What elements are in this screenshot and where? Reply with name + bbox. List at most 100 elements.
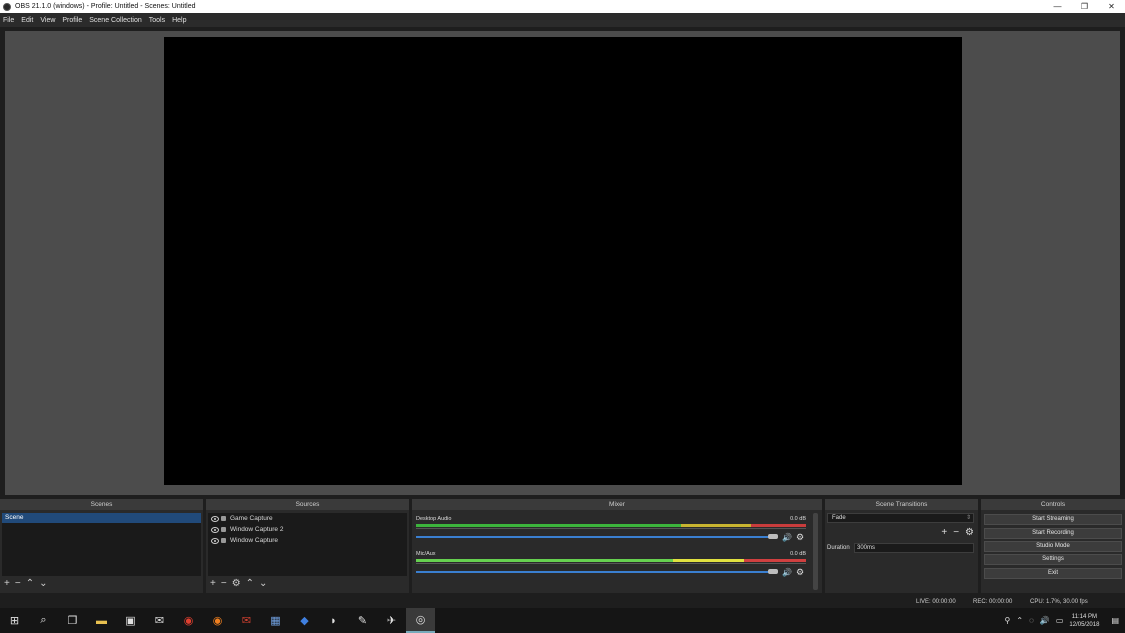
menu-file[interactable]: File: [3, 17, 14, 24]
source-item[interactable]: Window Capture 2: [208, 524, 407, 535]
transitions-header: Scene Transitions: [825, 499, 978, 510]
volume-icon[interactable]: 🔊: [1040, 616, 1050, 625]
studio-mode-button[interactable]: Studio Mode: [984, 541, 1122, 552]
source-label: Game Capture: [230, 515, 273, 522]
notification-icon[interactable]: ▤: [1111, 616, 1119, 625]
windows-start-icon[interactable]: ⊞: [0, 608, 29, 633]
firefox-icon[interactable]: ◉: [203, 608, 232, 633]
move-down-icon[interactable]: ⌄: [39, 579, 47, 589]
source-label: Window Capture: [230, 537, 279, 544]
menu-scene-collection[interactable]: Scene Collection: [89, 17, 142, 24]
window-title: OBS 21.1.0 (windows) - Profile: Untitled…: [15, 3, 196, 10]
menu-help[interactable]: Help: [172, 17, 186, 24]
mixer-track-desktop-audio: Desktop Audio 0.0 dB 🔊 ⚙: [416, 516, 812, 548]
mixer-header: Mixer: [412, 499, 822, 510]
eye-icon[interactable]: [211, 526, 219, 533]
source-label: Window Capture 2: [230, 526, 284, 533]
window-controls: — ❐ ✕: [1044, 0, 1125, 13]
app-icon[interactable]: ◆: [290, 608, 319, 633]
task-view-icon[interactable]: ❐: [58, 608, 87, 633]
volume-slider-handle[interactable]: [768, 569, 778, 574]
obs-window: OBS 21.1.0 (windows) - Profile: Untitled…: [0, 0, 1125, 633]
scenes-header: Scenes: [0, 499, 203, 510]
remove-transition-icon[interactable]: −: [953, 528, 959, 538]
move-down-icon[interactable]: ⌄: [259, 579, 267, 589]
transitions-dock: Scene Transitions Fade ⇕ + − ⚙ Duration …: [825, 499, 978, 593]
remove-scene-icon[interactable]: −: [15, 579, 21, 589]
settings-button[interactable]: Settings: [984, 554, 1122, 565]
search-icon[interactable]: ⌕: [29, 608, 58, 633]
scene-item[interactable]: Scene: [2, 513, 201, 523]
add-transition-icon[interactable]: +: [941, 528, 947, 538]
menu-profile[interactable]: Profile: [62, 17, 82, 24]
paint-icon[interactable]: ▦: [261, 608, 290, 633]
monitor-icon[interactable]: ▭: [1056, 616, 1064, 625]
clock-time: 11:14 PM: [1071, 613, 1098, 620]
exit-button[interactable]: Exit: [984, 568, 1122, 579]
track-db: 0.0 dB: [790, 516, 806, 522]
controls-dock: Controls Start Streaming Start Recording…: [981, 499, 1125, 593]
remove-source-icon[interactable]: −: [221, 579, 227, 589]
chevron-up-icon[interactable]: ⌃: [1016, 616, 1023, 625]
volume-meter: [416, 524, 806, 527]
eye-icon[interactable]: [211, 515, 219, 522]
rec-status: REC: 00:00:00: [973, 599, 1013, 605]
menu-edit[interactable]: Edit: [21, 17, 33, 24]
scenes-toolbar: + − ⌃ ⌄: [4, 579, 47, 589]
lock-icon[interactable]: [221, 538, 226, 543]
gear-icon[interactable]: ⚙: [796, 532, 804, 543]
clock[interactable]: 11:14 PM 12/05/2018: [1069, 613, 1099, 629]
mixer-scrollbar[interactable]: [813, 513, 818, 590]
controls-header: Controls: [981, 499, 1125, 510]
duration-input[interactable]: 300ms: [854, 543, 974, 553]
meter-scale: [416, 528, 806, 534]
speaker-icon[interactable]: 🔊: [782, 568, 792, 577]
add-source-icon[interactable]: +: [210, 579, 216, 589]
app-icon[interactable]: ✈: [377, 608, 406, 633]
network-icon[interactable]: ◌: [1029, 616, 1034, 625]
duration-label: Duration: [827, 545, 850, 551]
obs-app-icon: [3, 2, 11, 11]
lock-icon[interactable]: [221, 516, 226, 521]
eye-icon[interactable]: [211, 537, 219, 544]
app-icon[interactable]: ✎: [348, 608, 377, 633]
chevron-updown-icon: ⇕: [965, 515, 971, 521]
speaker-icon[interactable]: 🔊: [782, 533, 792, 542]
chrome-icon[interactable]: ◉: [174, 608, 203, 633]
menu-view[interactable]: View: [40, 17, 55, 24]
file-explorer-icon[interactable]: ▬: [87, 608, 116, 633]
sources-list: Game Capture Window Capture 2 Window Cap…: [208, 513, 407, 576]
source-item[interactable]: Game Capture: [208, 513, 407, 524]
sources-dock: Sources Game Capture Window Capture 2 Wi…: [206, 499, 409, 593]
move-up-icon[interactable]: ⌃: [26, 579, 34, 589]
close-button[interactable]: ✕: [1098, 0, 1125, 13]
start-recording-button[interactable]: Start Recording: [984, 528, 1122, 539]
track-name: Desktop Audio: [416, 516, 452, 522]
clock-date: 12/05/2018: [1069, 621, 1100, 628]
mixer-track-mic-aux: Mic/Aux 0.0 dB 🔊 ⚙: [416, 551, 812, 583]
source-item[interactable]: Window Capture: [208, 535, 407, 546]
lock-icon[interactable]: [221, 527, 226, 532]
maximize-button[interactable]: ❐: [1071, 0, 1098, 13]
transition-select[interactable]: Fade ⇕: [827, 513, 974, 523]
preview-canvas[interactable]: [164, 37, 962, 485]
minimize-button[interactable]: —: [1044, 0, 1071, 13]
volume-slider-handle[interactable]: [768, 534, 778, 539]
gmail-icon[interactable]: ✉: [232, 608, 261, 633]
mail-icon[interactable]: ✉: [145, 608, 174, 633]
people-icon[interactable]: ⚲: [1005, 616, 1011, 625]
app-icon[interactable]: ◗: [319, 608, 348, 633]
volume-slider[interactable]: [416, 571, 772, 573]
add-scene-icon[interactable]: +: [4, 579, 10, 589]
volume-slider[interactable]: [416, 536, 772, 538]
sources-header: Sources: [206, 499, 409, 510]
store-icon[interactable]: ▣: [116, 608, 145, 633]
gear-icon[interactable]: ⚙: [965, 528, 974, 538]
gear-icon[interactable]: ⚙: [232, 579, 241, 589]
mixer-dock: Mixer Desktop Audio 0.0 dB 🔊 ⚙ Mic/Aux 0…: [412, 499, 822, 593]
gear-icon[interactable]: ⚙: [796, 567, 804, 578]
menu-tools[interactable]: Tools: [149, 17, 165, 24]
move-up-icon[interactable]: ⌃: [246, 579, 254, 589]
start-streaming-button[interactable]: Start Streaming: [984, 514, 1122, 525]
obs-taskbar-icon[interactable]: ◎: [406, 608, 435, 633]
